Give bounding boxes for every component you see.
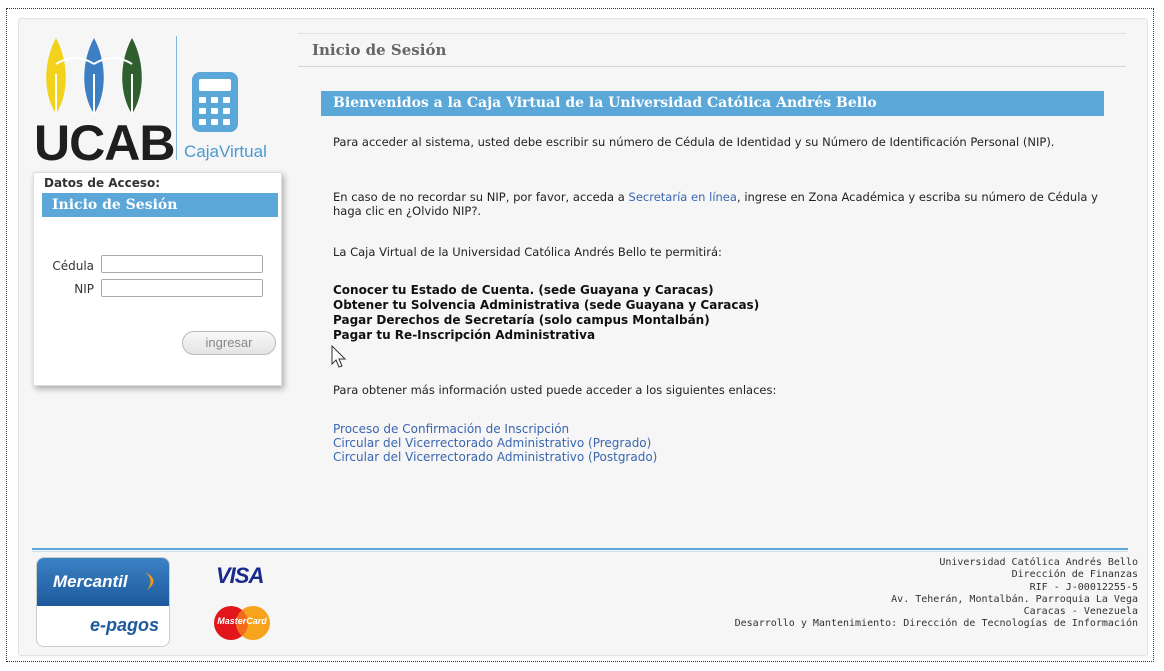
logo-divider <box>176 36 177 160</box>
login-header: Inicio de Sesión <box>42 193 278 217</box>
login-panel: Datos de Acceso: Inicio de Sesión Cédula… <box>33 172 282 386</box>
mastercard-label: MasterCard <box>217 616 267 626</box>
forgot-text-before: En caso de no recordar su NIP, por favor… <box>333 190 629 204</box>
mercantil-name: Mercantil <box>53 572 128 591</box>
welcome-banner: Bienvenidos a la Caja Virtual de la Univ… <box>321 91 1104 116</box>
mercantil-epagos-logo: Mercantil e-pagos <box>36 557 170 647</box>
mercantil-epagos-label: e-pagos <box>89 615 159 635</box>
link-circular-pregrado[interactable]: Circular del Vicerrectorado Administrati… <box>333 436 1098 450</box>
links-list: Proceso de Confirmación de Inscripción C… <box>333 422 1098 464</box>
mastercard-logo: MasterCard <box>209 605 275 641</box>
ucab-logo: UCAB CajaVirtual <box>34 34 284 168</box>
footer-rule <box>32 548 1128 550</box>
footer-rule-light <box>32 551 1128 552</box>
calculator-icon <box>192 72 238 132</box>
title-rule-top <box>298 33 1126 34</box>
footer-line: Universidad Católica Andrés Bello <box>939 557 1138 568</box>
intro-paragraph: Para acceder al sistema, usted debe escr… <box>333 135 1055 149</box>
caja-virtual-label: CajaVirtual <box>184 142 267 161</box>
links-intro: Para obtener más información usted puede… <box>333 383 777 397</box>
visa-logo: VISA <box>216 563 264 588</box>
cedula-label: Cédula <box>52 259 94 273</box>
page-title: Inicio de Sesión <box>312 41 447 59</box>
footer-line: Caracas - Venezuela <box>1023 606 1138 618</box>
features-intro: La Caja Virtual de la Universidad Católi… <box>333 245 722 259</box>
ingresar-button[interactable]: ingresar <box>182 331 276 355</box>
mouse-pointer-icon <box>331 345 347 368</box>
footer-line: RIF - J-00012255-5 <box>1029 581 1138 593</box>
feature-item: Pagar Derechos de Secretaría (solo campu… <box>333 313 710 327</box>
link-confirmacion-inscripcion[interactable]: Proceso de Confirmación de Inscripción <box>333 422 1098 436</box>
ucab-emblem-icon <box>46 38 142 114</box>
footer-line: Desarrollo y Mantenimiento: Dirección de… <box>734 618 1138 630</box>
nip-input[interactable] <box>101 279 263 297</box>
secretaria-en-linea-link[interactable]: Secretaría en línea <box>629 190 737 204</box>
footer-line: Av. Teherán, Montalbán. Parroquia La Veg… <box>891 593 1138 605</box>
footer-info: Universidad Católica Andrés Bello Direcc… <box>735 557 1138 631</box>
feature-item: Conocer tu Estado de Cuenta. (sede Guaya… <box>333 283 714 297</box>
nip-label: NIP <box>74 282 94 296</box>
link-circular-postgrado[interactable]: Circular del Vicerrectorado Administrati… <box>333 450 1098 464</box>
footer-line: Dirección de Finanzas <box>1011 569 1138 581</box>
features-list: Conocer tu Estado de Cuenta. (sede Guaya… <box>333 283 1098 343</box>
feature-item: Obtener tu Solvencia Administrativa (sed… <box>333 298 760 312</box>
ucab-wordmark: UCAB <box>34 115 175 171</box>
cedula-input[interactable] <box>101 255 263 273</box>
feature-item: Pagar tu Re-Inscripción Administrativa <box>333 328 596 342</box>
mercantil-swoosh-icon <box>145 572 154 590</box>
title-rule <box>298 66 1126 67</box>
forgot-nip-paragraph: En caso de no recordar su NIP, por favor… <box>333 190 1098 218</box>
login-legend: Datos de Acceso: <box>44 176 161 190</box>
